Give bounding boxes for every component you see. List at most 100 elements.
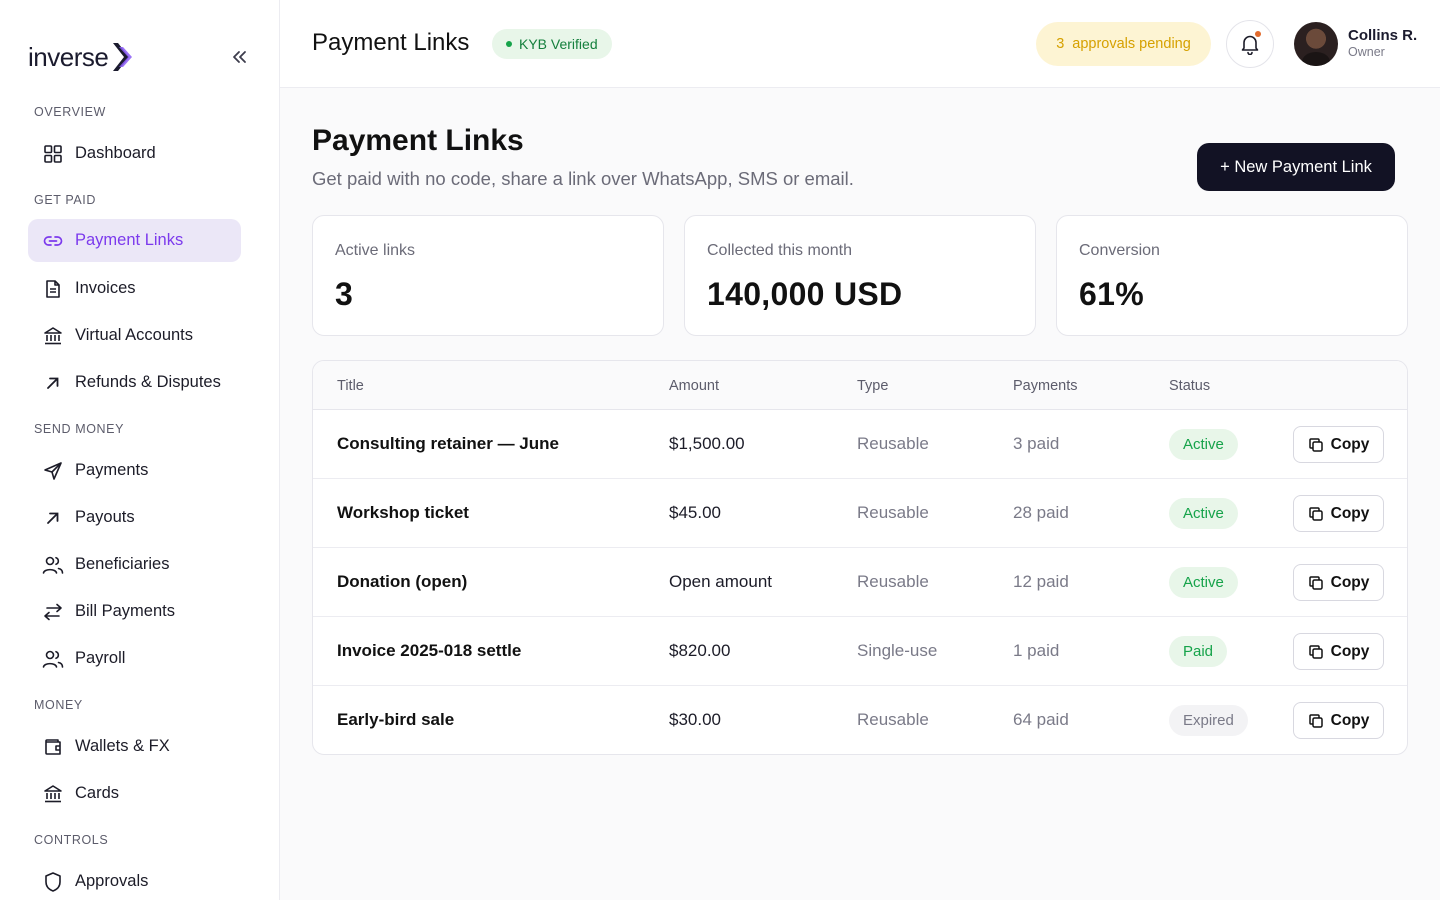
- copy-link-button[interactable]: Copy: [1293, 633, 1384, 670]
- sidebar-item-label: Beneficiaries: [75, 555, 170, 573]
- sidebar-item-payment-links[interactable]: Payment Links: [28, 219, 241, 262]
- sidebar-item-payments[interactable]: Payments: [28, 449, 241, 492]
- table-row[interactable]: Invoice 2025-018 settle $820.00 Single-u…: [313, 617, 1407, 686]
- users-icon: [42, 648, 64, 670]
- sidebar-item-bill-payments[interactable]: Bill Payments: [28, 590, 241, 633]
- status-badge: Active: [1169, 429, 1238, 460]
- sidebar-item-label: Payroll: [75, 649, 126, 667]
- copy-label: Copy: [1330, 711, 1370, 729]
- row-amount: $820.00: [669, 641, 731, 660]
- row-amount: $1,500.00: [669, 434, 745, 453]
- copy-link-button[interactable]: Copy: [1293, 702, 1384, 739]
- main-content: Payment Links Get paid with no code, sha…: [280, 88, 1440, 900]
- row-payments: 1 paid: [1013, 641, 1060, 660]
- copy-link-button[interactable]: Copy: [1293, 426, 1384, 463]
- new-payment-link-button[interactable]: + New Payment Link: [1197, 143, 1395, 191]
- sidebar-item-label: Payment Links: [75, 231, 184, 249]
- section-label-send-money: SEND MONEY: [34, 422, 125, 436]
- stat-value: 140,000 USD: [707, 276, 903, 312]
- column-header-amount: Amount: [669, 378, 719, 394]
- payment-links-table: Title Amount Type Payments Status Consul…: [312, 360, 1408, 755]
- row-type: Single-use: [857, 641, 938, 660]
- arrow-up-right-icon: [42, 372, 64, 394]
- sidebar-item-label: Payments: [75, 461, 149, 479]
- stat-label: Conversion: [1079, 242, 1160, 259]
- transfer-icon: [42, 601, 64, 623]
- stat-card-conversion: Conversion 61%: [1056, 215, 1408, 336]
- table-header: Title Amount Type Payments Status: [313, 361, 1407, 410]
- table-row[interactable]: Early-bird sale $30.00 Reusable 64 paid …: [313, 686, 1407, 754]
- table-row[interactable]: Consulting retainer — June $1,500.00 Reu…: [313, 410, 1407, 479]
- copy-link-button[interactable]: Copy: [1293, 495, 1384, 532]
- sidebar-item-payroll[interactable]: Payroll: [28, 637, 241, 680]
- column-header-status: Status: [1169, 378, 1211, 394]
- sidebar-item-label: Wallets & FX: [75, 737, 170, 755]
- user-role: Owner: [1348, 45, 1385, 59]
- document-icon: [42, 278, 64, 300]
- shield-icon: [42, 871, 64, 893]
- bank-icon: [42, 783, 64, 805]
- row-payments: 12 paid: [1013, 572, 1069, 591]
- row-amount: $30.00: [669, 710, 721, 729]
- status-badge: Paid: [1169, 636, 1228, 667]
- stat-card-active-links: Active links 3: [312, 215, 664, 336]
- avatar[interactable]: [1294, 22, 1338, 66]
- notifications-button[interactable]: [1226, 20, 1274, 68]
- column-header-type: Type: [857, 378, 889, 394]
- users-icon: [42, 554, 64, 576]
- sidebar-item-beneficiaries[interactable]: Beneficiaries: [28, 543, 241, 586]
- row-title: Early-bird sale: [337, 710, 455, 729]
- copy-link-button[interactable]: Copy: [1293, 564, 1384, 601]
- user-name: Collins R.: [1348, 27, 1418, 44]
- copy-label: Copy: [1330, 642, 1370, 660]
- table-row[interactable]: Workshop ticket $45.00 Reusable 28 paid …: [313, 479, 1407, 548]
- grid-icon: [42, 143, 64, 165]
- status-badge: Active: [1169, 498, 1238, 529]
- notification-dot: [1255, 31, 1261, 37]
- sidebar-item-payouts[interactable]: Payouts: [28, 496, 241, 539]
- sidebar-item-virtual-accounts[interactable]: Virtual Accounts: [28, 314, 241, 357]
- row-payments: 28 paid: [1013, 503, 1069, 522]
- sidebar-item-label: Refunds & Disputes: [75, 373, 221, 391]
- sidebar-item-wallets-fx[interactable]: Wallets & FX: [28, 725, 241, 768]
- status-badge: Active: [1169, 567, 1238, 598]
- sidebar-item-label: Approvals: [75, 872, 149, 890]
- sidebar-item-label: Cards: [75, 784, 120, 802]
- row-title: Workshop ticket: [337, 503, 469, 522]
- section-label-get-paid: GET PAID: [34, 193, 96, 207]
- sidebar-item-label: Bill Payments: [75, 602, 175, 620]
- top-bar: Payment Links KYB Verified 3 approvals p…: [280, 0, 1440, 88]
- stat-label: Collected this month: [707, 242, 852, 259]
- stat-card-collected: Collected this month 140,000 USD: [684, 215, 1036, 336]
- brand-logo[interactable]: inverse: [28, 40, 133, 74]
- copy-label: Copy: [1330, 504, 1370, 522]
- approvals-count: 3: [1056, 36, 1065, 52]
- row-title: Consulting retainer — June: [337, 434, 559, 453]
- wallet-icon: [42, 736, 64, 758]
- sidebar-item-invoices[interactable]: Invoices: [28, 267, 241, 310]
- sidebar-item-cards[interactable]: Cards: [28, 772, 241, 815]
- copy-icon: [1308, 506, 1323, 521]
- row-type: Reusable: [857, 434, 929, 453]
- link-icon: [42, 230, 64, 252]
- stat-label: Active links: [335, 242, 416, 259]
- column-header-title: Title: [337, 378, 364, 394]
- table-row[interactable]: Donation (open) Open amount Reusable 12 …: [313, 548, 1407, 617]
- row-type: Reusable: [857, 710, 929, 729]
- section-label-money: MONEY: [34, 698, 83, 712]
- page-subtitle: Get paid with no code, share a link over…: [312, 168, 854, 189]
- arrow-up-right-icon: [42, 507, 64, 529]
- copy-icon: [1308, 575, 1323, 590]
- approvals-pending-pill[interactable]: 3 approvals pending: [1036, 22, 1211, 66]
- logo-text: inverse: [28, 41, 109, 72]
- sidebar-item-approvals[interactable]: Approvals: [28, 860, 241, 900]
- row-payments: 64 paid: [1013, 710, 1069, 729]
- column-header-payments: Payments: [1013, 378, 1078, 394]
- row-title: Invoice 2025-018 settle: [337, 641, 522, 660]
- send-icon: [42, 460, 64, 482]
- sidebar-item-label: Payouts: [75, 508, 135, 526]
- sidebar-item-refunds-disputes[interactable]: Refunds & Disputes: [28, 361, 241, 404]
- collapse-sidebar-icon[interactable]: [226, 44, 252, 70]
- sidebar-item-dashboard[interactable]: Dashboard: [28, 132, 241, 175]
- row-type: Reusable: [857, 503, 929, 522]
